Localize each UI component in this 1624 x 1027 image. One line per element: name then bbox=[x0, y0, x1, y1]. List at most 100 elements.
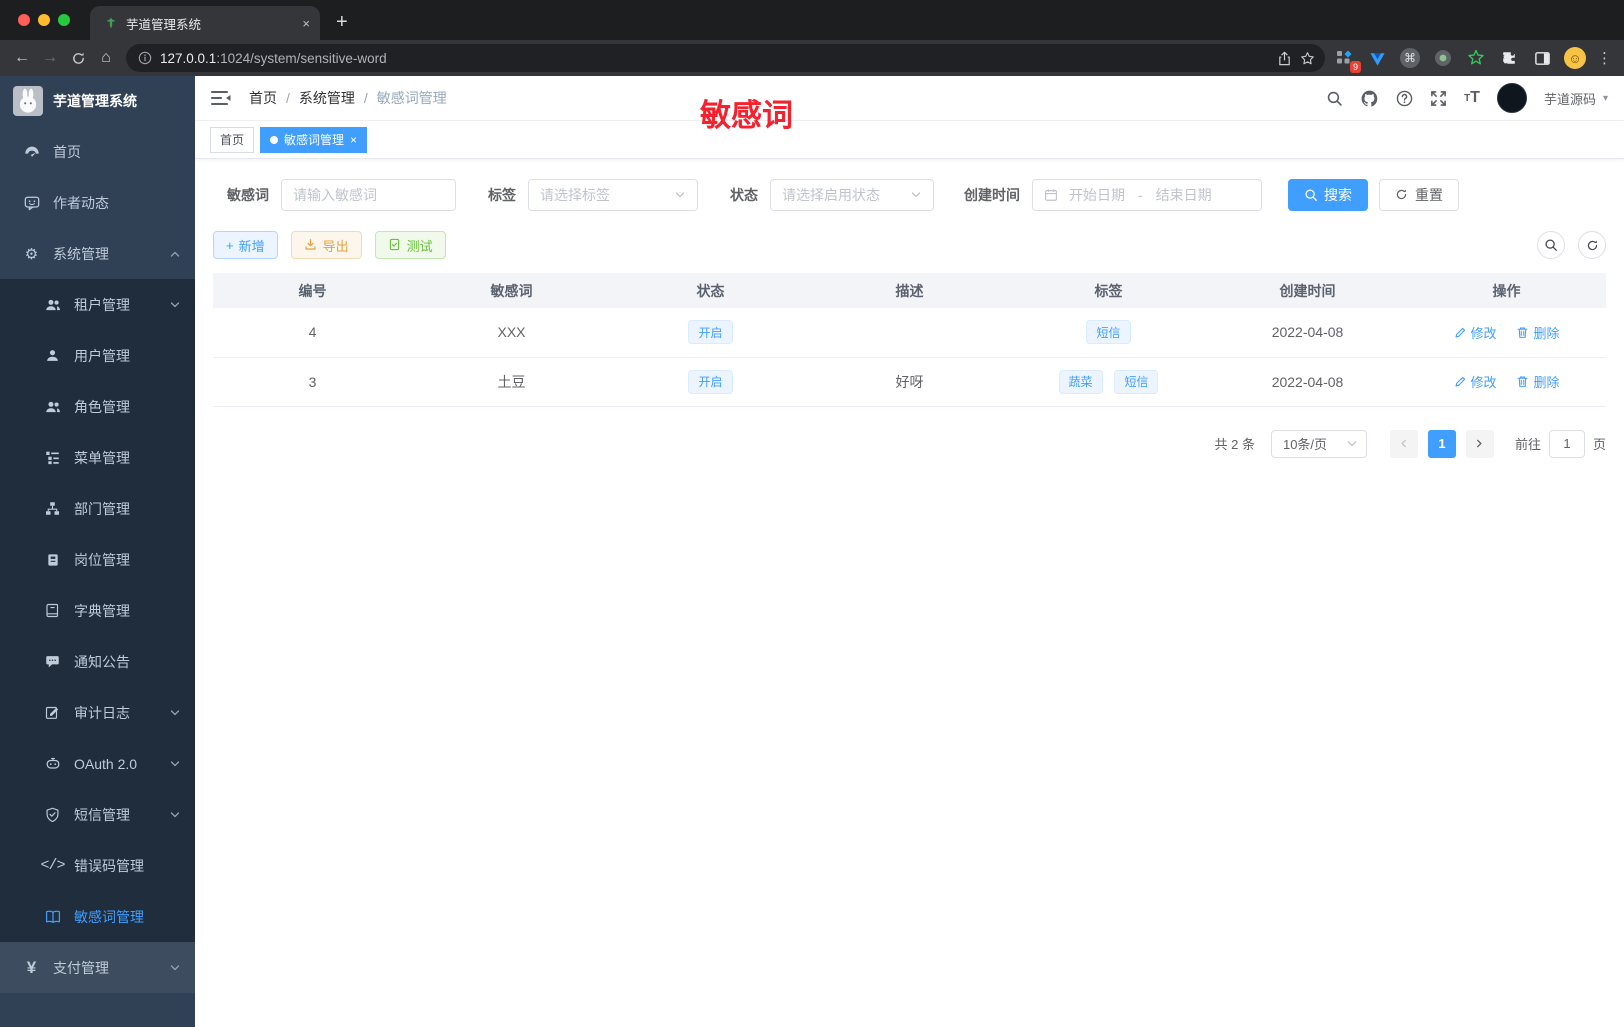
delete-link[interactable]: 删除 bbox=[1516, 323, 1559, 342]
sidebar-item-author-news[interactable]: 作者动态 bbox=[0, 177, 195, 228]
github-icon[interactable] bbox=[1360, 89, 1379, 108]
extension-grid-icon[interactable]: 9 bbox=[1333, 47, 1361, 73]
sidebar-item-menu[interactable]: 菜单管理 bbox=[0, 432, 195, 483]
sidebar-item-role[interactable]: 角色管理 bbox=[0, 381, 195, 432]
date-range-picker[interactable]: - bbox=[1032, 179, 1262, 211]
command-extension-icon[interactable]: ⌘ bbox=[1399, 47, 1421, 69]
home-button[interactable]: ⌂ bbox=[92, 44, 120, 72]
next-page-button[interactable] bbox=[1465, 429, 1494, 458]
chevron-left-icon bbox=[1398, 438, 1409, 449]
minimize-window-button[interactable] bbox=[38, 14, 50, 26]
reload-button[interactable] bbox=[64, 44, 92, 72]
keyword-label: 敏感词 bbox=[227, 187, 269, 203]
search-button[interactable]: 搜索 bbox=[1288, 179, 1368, 211]
close-window-button[interactable] bbox=[18, 14, 30, 26]
forward-button[interactable]: → bbox=[36, 44, 64, 72]
site-info-icon[interactable] bbox=[138, 51, 152, 65]
tags-view-bar: 首页 敏感词管理 × bbox=[195, 121, 1624, 159]
green-star-extension-icon[interactable] bbox=[1465, 47, 1487, 69]
bookmark-star-icon[interactable] bbox=[1300, 51, 1315, 66]
pen-icon bbox=[1454, 326, 1467, 339]
keyword-input-wrap bbox=[281, 179, 456, 211]
users-icon bbox=[44, 297, 61, 313]
date-end-input[interactable] bbox=[1150, 187, 1217, 203]
delete-link[interactable]: 删除 bbox=[1516, 372, 1559, 391]
browser-tabstrip: 芋道管理系统 × + bbox=[0, 0, 1624, 40]
refresh-table-button[interactable] bbox=[1578, 231, 1606, 259]
font-size-icon[interactable]: TT bbox=[1464, 89, 1480, 107]
profile-avatar[interactable]: ☺ bbox=[1564, 47, 1586, 69]
badge-icon bbox=[44, 553, 61, 567]
header-search-icon[interactable] bbox=[1326, 90, 1343, 107]
header-actions: TT 芋道源码 ▾ bbox=[1326, 83, 1608, 113]
sidebar-item-sensitive-word[interactable]: 敏感词管理 bbox=[0, 891, 195, 942]
sidebar-item-sms[interactable]: 短信管理 bbox=[0, 789, 195, 840]
sidebar-item-dict[interactable]: 字典管理 bbox=[0, 585, 195, 636]
main-area: 敏感词 首页 / 系统管理 / 敏感词管理 TT 芋道源码 ▾ 首页 敏感词管理… bbox=[195, 76, 1624, 1027]
add-button[interactable]: + 新增 bbox=[213, 231, 278, 259]
address-bar[interactable]: 127.0.0.1:1024/system/sensitive-word bbox=[126, 44, 1325, 72]
back-button[interactable]: ← bbox=[8, 44, 36, 72]
breadcrumb-home[interactable]: 首页 bbox=[249, 88, 277, 108]
zoom-window-button[interactable] bbox=[58, 14, 70, 26]
tab-close-icon[interactable]: × bbox=[350, 134, 357, 146]
document-check-icon bbox=[388, 238, 402, 252]
sidebar-item-home[interactable]: 首页 bbox=[0, 126, 195, 177]
share-icon[interactable] bbox=[1277, 51, 1292, 66]
edit-link[interactable]: 修改 bbox=[1454, 372, 1497, 391]
tag-select[interactable]: 请选择标签 bbox=[528, 179, 698, 211]
help-icon[interactable] bbox=[1396, 90, 1413, 107]
pen-icon bbox=[1454, 375, 1467, 388]
col-id: 编号 bbox=[213, 273, 412, 308]
new-tab-button[interactable]: + bbox=[336, 12, 348, 32]
vue-devtools-icon[interactable] bbox=[1366, 47, 1388, 69]
extensions-puzzle-icon[interactable] bbox=[1498, 47, 1520, 69]
sidebar-item-error-code[interactable]: </> 错误码管理 bbox=[0, 840, 195, 891]
side-panel-icon[interactable] bbox=[1531, 47, 1553, 69]
robot-icon bbox=[44, 756, 61, 772]
fullscreen-icon[interactable] bbox=[1430, 90, 1447, 107]
export-button[interactable]: 导出 bbox=[290, 231, 362, 259]
dashboard-icon bbox=[23, 144, 40, 160]
sidebar-item-dept[interactable]: 部门管理 bbox=[0, 483, 195, 534]
prev-page-button[interactable] bbox=[1389, 429, 1418, 458]
tag-tab-home[interactable]: 首页 bbox=[210, 126, 255, 153]
user-menu[interactable]: 芋道源码 ▾ bbox=[1544, 89, 1608, 108]
browser-toolbar: ← → ⌂ 127.0.0.1:1024/system/sensitive-wo… bbox=[0, 40, 1624, 76]
cell-description bbox=[810, 308, 1009, 358]
date-start-input[interactable] bbox=[1064, 187, 1130, 203]
sidebar-item-oauth[interactable]: OAuth 2.0 bbox=[0, 738, 195, 789]
tab-close-icon[interactable]: × bbox=[302, 16, 310, 31]
user-avatar[interactable] bbox=[1496, 83, 1527, 113]
sidebar-item-user[interactable]: 用户管理 bbox=[0, 330, 195, 381]
goto-page-input[interactable] bbox=[1548, 429, 1585, 458]
tag-tab-sensitive-word[interactable]: 敏感词管理 × bbox=[260, 126, 368, 153]
page-size-select[interactable]: 10条/页 bbox=[1270, 429, 1367, 458]
sidebar-item-post[interactable]: 岗位管理 bbox=[0, 534, 195, 585]
sidebar-item-system[interactable]: ⚙ 系统管理 bbox=[0, 228, 195, 279]
tag-chip: 短信 bbox=[1086, 320, 1131, 345]
sidebar-item-payment[interactable]: ¥ 支付管理 bbox=[0, 942, 195, 993]
col-tags: 标签 bbox=[1009, 273, 1208, 308]
sidebar: 芋道管理系统 首页 作者动态 ⚙ 系统管理 租户管理 用户管理 角色管理 菜单管… bbox=[0, 76, 195, 1027]
reset-button[interactable]: 重置 bbox=[1379, 179, 1459, 211]
sidebar-fold-icon[interactable] bbox=[211, 89, 231, 107]
cell-actions: 修改 删除 bbox=[1407, 357, 1606, 407]
page-number-1[interactable]: 1 bbox=[1427, 429, 1456, 458]
search-icon bbox=[1304, 188, 1318, 202]
test-button[interactable]: 测试 bbox=[374, 231, 446, 259]
edit-link[interactable]: 修改 bbox=[1454, 323, 1497, 342]
keyword-input[interactable] bbox=[293, 187, 444, 203]
browser-tab[interactable]: 芋道管理系统 × bbox=[90, 6, 320, 40]
sidebar-item-audit-log[interactable]: 审计日志 bbox=[0, 687, 195, 738]
col-word: 敏感词 bbox=[412, 273, 611, 308]
sidebar-item-tenant[interactable]: 租户管理 bbox=[0, 279, 195, 330]
breadcrumb-system[interactable]: 系统管理 bbox=[299, 88, 355, 108]
recorder-extension-icon[interactable] bbox=[1432, 47, 1454, 69]
sidebar-item-notice[interactable]: 通知公告 bbox=[0, 636, 195, 687]
toggle-search-button[interactable] bbox=[1537, 231, 1565, 259]
status-select[interactable]: 请选择启用状态 bbox=[770, 179, 934, 211]
cell-description: 好呀 bbox=[810, 357, 1009, 407]
browser-menu-icon[interactable]: ⋮ bbox=[1597, 49, 1612, 67]
app-title: 芋道管理系统 bbox=[53, 93, 137, 109]
